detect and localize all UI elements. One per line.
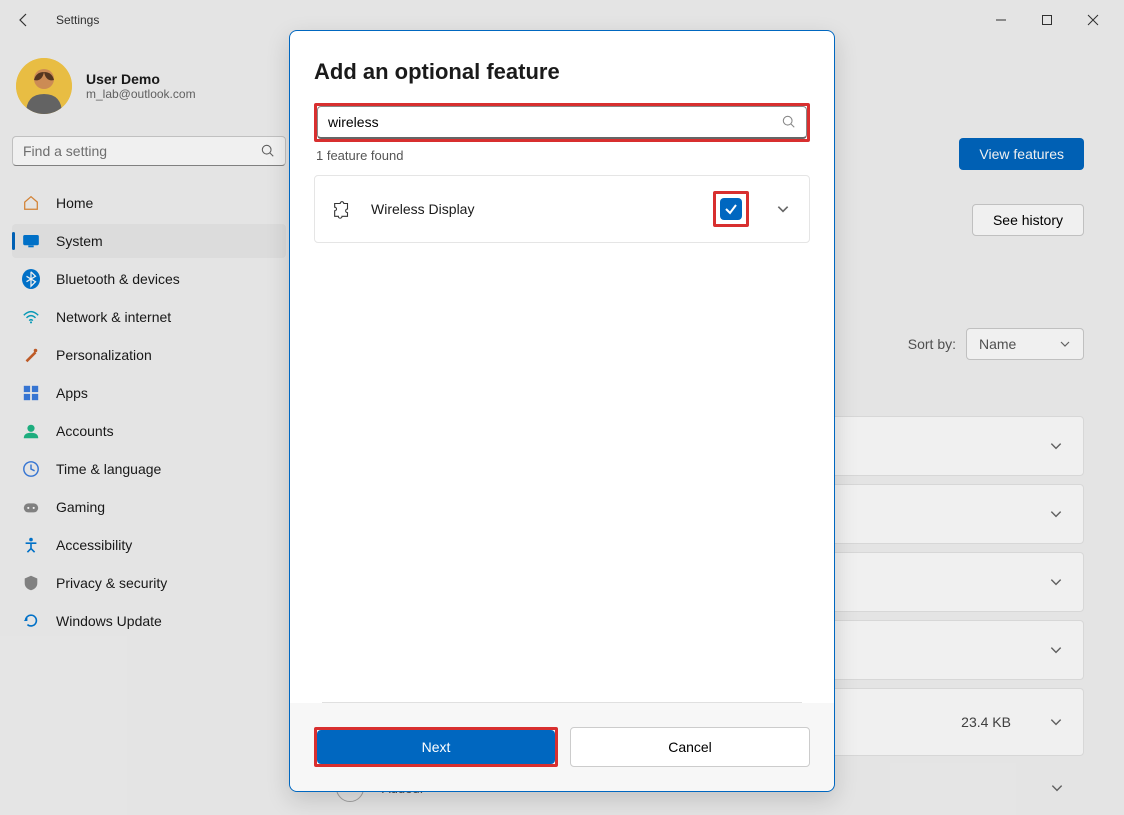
- check-icon: [724, 202, 738, 216]
- next-button[interactable]: Next: [317, 730, 555, 764]
- highlight-next: Next: [314, 727, 558, 767]
- modal-search-input[interactable]: [328, 114, 782, 130]
- chevron-down-icon[interactable]: [773, 202, 793, 216]
- modal-search[interactable]: [317, 106, 807, 139]
- modal-title: Add an optional feature: [314, 59, 810, 85]
- modal-overlay: Add an optional feature 1 feature found …: [0, 0, 1124, 815]
- result-row[interactable]: Wireless Display: [314, 175, 810, 243]
- search-icon: [782, 115, 796, 129]
- add-feature-modal: Add an optional feature 1 feature found …: [289, 30, 835, 792]
- result-name: Wireless Display: [371, 201, 695, 217]
- highlight-search: [314, 103, 810, 142]
- result-checkbox[interactable]: [720, 198, 742, 220]
- modal-footer: Next Cancel: [290, 703, 834, 791]
- highlight-checkbox: [713, 191, 749, 227]
- puzzle-icon: [331, 198, 353, 220]
- cancel-button[interactable]: Cancel: [570, 727, 810, 767]
- found-text: 1 feature found: [314, 148, 810, 163]
